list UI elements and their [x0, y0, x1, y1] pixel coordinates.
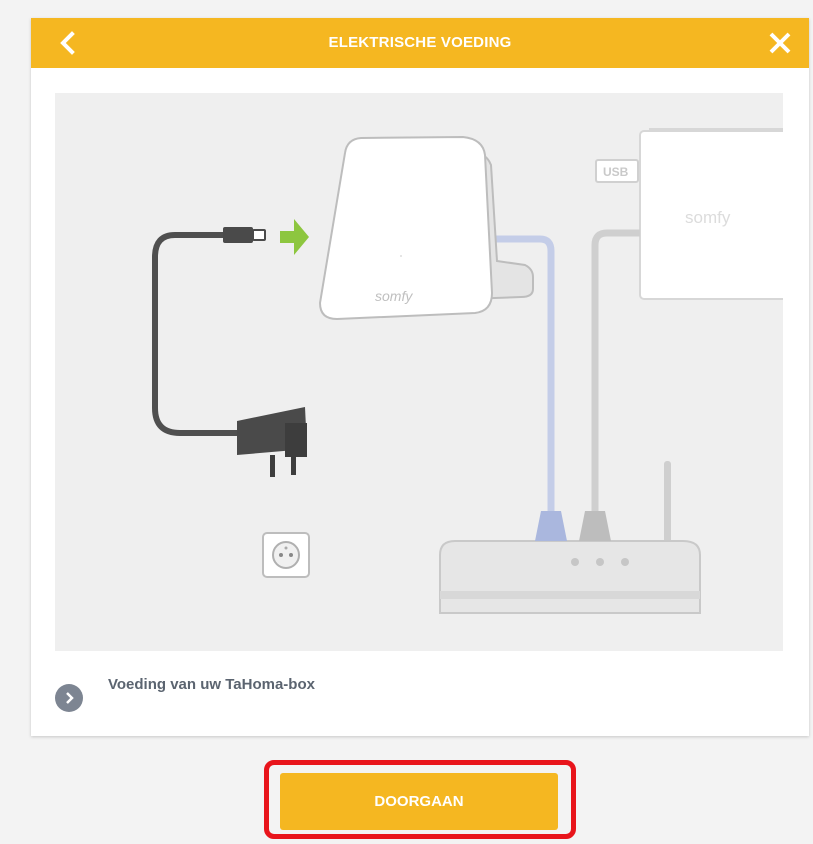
info-expand-button[interactable]	[55, 684, 83, 712]
somfy-router-box: somfy USB	[595, 128, 783, 300]
info-row[interactable]: Voeding van uw TaHoma-box	[55, 674, 755, 712]
page-title: ELEKTRISCHE VOEDING	[328, 34, 512, 51]
power-adapter	[237, 407, 307, 477]
usb-label: USB	[603, 165, 629, 179]
power-adapter-cable	[152, 227, 266, 436]
dialog-card: ELEKTRISCHE VOEDING somfy USB somfy Voed…	[31, 18, 809, 736]
internet-router	[439, 461, 701, 614]
wall-socket	[262, 532, 310, 578]
info-label: Voeding van uw TaHoma-box	[108, 676, 315, 693]
router-brand-label: somfy	[685, 208, 731, 227]
close-button[interactable]	[765, 28, 795, 58]
continue-button[interactable]: DOORGAAN	[280, 773, 558, 830]
dialog-header: ELEKTRISCHE VOEDING	[31, 18, 809, 68]
back-button[interactable]	[53, 28, 83, 58]
grey-network-cable	[591, 229, 640, 513]
tahoma-box: somfy	[318, 135, 534, 321]
power-supply-illustration: somfy USB somfy	[55, 93, 783, 651]
chevron-right-icon	[66, 692, 74, 704]
device-brand-label: somfy	[375, 288, 413, 304]
insert-arrow-icon	[280, 219, 309, 255]
chevron-left-icon	[60, 31, 75, 55]
close-icon	[769, 32, 791, 54]
